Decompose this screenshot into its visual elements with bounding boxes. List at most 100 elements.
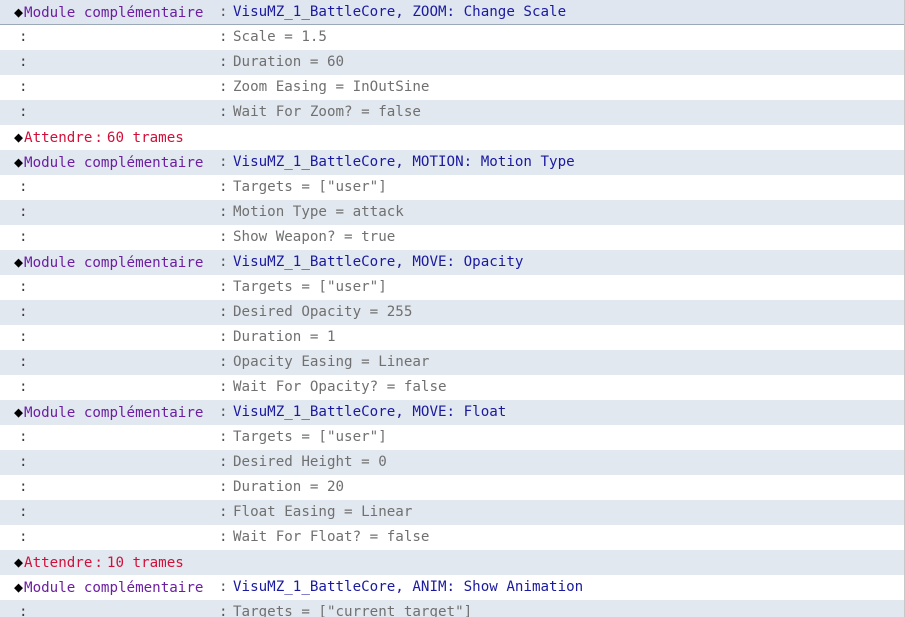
plugin-command-row[interactable]: ◆Module complémentaire: VisuMZ_1_BattleCo… xyxy=(0,400,904,425)
separator-colon: : xyxy=(219,179,228,195)
wait-command-row[interactable]: ◆Attendre:60 trames xyxy=(0,125,904,150)
wait-label: Attendre xyxy=(24,555,93,571)
continuation-colon: : xyxy=(19,104,28,120)
event-command-list[interactable]: ◆Module complémentaire: VisuMZ_1_BattleCo… xyxy=(0,0,905,617)
plugin-param-value: Desired Height = 0 xyxy=(233,454,387,470)
command-param-row[interactable]: :: Duration = 1 xyxy=(0,325,904,350)
diamond-icon: ◆ xyxy=(14,578,24,596)
command-param-row[interactable]: :: Float Easing = Linear xyxy=(0,500,904,525)
separator-colon: : xyxy=(219,579,228,595)
separator-colon: : xyxy=(219,79,228,95)
separator-colon: : xyxy=(219,229,228,245)
command-param-row[interactable]: :: Wait For Zoom? = false xyxy=(0,100,904,125)
plugin-param-value: Targets = ["current target"] xyxy=(233,604,473,617)
plugin-param-value: Scale = 1.5 xyxy=(233,29,327,45)
plugin-command-row[interactable]: ◆Module complémentaire: VisuMZ_1_BattleCo… xyxy=(0,150,904,175)
command-param-row[interactable]: :: Motion Type = attack xyxy=(0,200,904,225)
continuation-colon: : xyxy=(19,529,28,545)
command-param-row[interactable]: :: Wait For Float? = false xyxy=(0,525,904,550)
separator-colon: : xyxy=(219,204,228,220)
separator-colon: : xyxy=(219,154,228,170)
plugin-command-label: Module complémentaire xyxy=(24,155,204,171)
separator-colon: : xyxy=(219,279,228,295)
plugin-command-row[interactable]: ◆Module complémentaire: VisuMZ_1_BattleCo… xyxy=(0,575,904,600)
plugin-param-value: Duration = 1 xyxy=(233,329,336,345)
continuation-colon: : xyxy=(19,604,28,617)
continuation-colon: : xyxy=(19,54,28,70)
plugin-param-value: Desired Opacity = 255 xyxy=(233,304,413,320)
plugin-command-label: Module complémentaire xyxy=(24,5,204,21)
continuation-colon: : xyxy=(19,29,28,45)
plugin-command-name: VisuMZ_1_BattleCore, ANIM: Show Animatio… xyxy=(233,579,584,595)
diamond-icon: ◆ xyxy=(14,153,24,171)
plugin-param-value: Wait For Float? = false xyxy=(233,529,430,545)
continuation-colon: : xyxy=(19,79,28,95)
plugin-command-label: Module complémentaire xyxy=(24,405,204,421)
command-param-row[interactable]: :: Targets = ["user"] xyxy=(0,175,904,200)
separator-colon: : xyxy=(219,504,228,520)
command-param-row[interactable]: :: Duration = 60 xyxy=(0,50,904,75)
continuation-colon: : xyxy=(19,354,28,370)
command-head: ◆Attendre:60 trames xyxy=(14,125,184,151)
continuation-colon: : xyxy=(19,379,28,395)
separator-colon: : xyxy=(219,354,228,370)
separator-colon: : xyxy=(219,529,228,545)
command-param-row[interactable]: :: Targets = ["user"] xyxy=(0,425,904,450)
plugin-command-label: Module complémentaire xyxy=(24,255,204,271)
separator-colon: : xyxy=(219,604,228,617)
command-param-row[interactable]: :: Zoom Easing = InOutSine xyxy=(0,75,904,100)
separator-colon: : xyxy=(219,29,228,45)
command-head: ◆Module complémentaire xyxy=(14,150,203,176)
plugin-command-name: VisuMZ_1_BattleCore, MOVE: Float xyxy=(233,404,507,420)
continuation-colon: : xyxy=(19,479,28,495)
separator-colon: : xyxy=(219,479,228,495)
command-param-row[interactable]: :: Opacity Easing = Linear xyxy=(0,350,904,375)
diamond-icon: ◆ xyxy=(14,3,24,21)
command-head: ◆Module complémentaire xyxy=(14,0,203,26)
continuation-colon: : xyxy=(19,229,28,245)
separator-colon: : xyxy=(219,254,228,270)
command-param-row[interactable]: :: Targets = ["current target"] xyxy=(0,600,904,617)
wait-duration: 10 trames xyxy=(106,555,184,571)
separator-colon: : xyxy=(219,429,228,445)
plugin-param-value: Motion Type = attack xyxy=(233,204,404,220)
wait-label: Attendre xyxy=(24,130,93,146)
wait-command-row[interactable]: ◆Attendre:10 trames xyxy=(0,550,904,575)
command-head: ◆Attendre:10 trames xyxy=(14,550,184,576)
plugin-command-name: VisuMZ_1_BattleCore, MOTION: Motion Type xyxy=(233,154,575,170)
command-param-row[interactable]: :: Desired Opacity = 255 xyxy=(0,300,904,325)
separator-colon: : xyxy=(219,4,228,20)
command-head: ◆Module complémentaire xyxy=(14,250,203,276)
plugin-param-value: Wait For Opacity? = false xyxy=(233,379,447,395)
plugin-param-value: Targets = ["user"] xyxy=(233,179,387,195)
command-param-row[interactable]: :: Wait For Opacity? = false xyxy=(0,375,904,400)
plugin-param-value: Wait For Zoom? = false xyxy=(233,104,421,120)
command-param-row[interactable]: :: Desired Height = 0 xyxy=(0,450,904,475)
continuation-colon: : xyxy=(19,279,28,295)
command-head: ◆Module complémentaire xyxy=(14,400,203,426)
command-param-row[interactable]: :: Scale = 1.5 xyxy=(0,25,904,50)
plugin-param-value: Zoom Easing = InOutSine xyxy=(233,79,430,95)
plugin-command-name: VisuMZ_1_BattleCore, MOVE: Opacity xyxy=(233,254,524,270)
plugin-param-value: Duration = 60 xyxy=(233,54,345,70)
diamond-icon: ◆ xyxy=(14,128,24,146)
plugin-param-value: Targets = ["user"] xyxy=(233,429,387,445)
plugin-param-value: Float Easing = Linear xyxy=(233,504,413,520)
command-param-row[interactable]: :: Show Weapon? = true xyxy=(0,225,904,250)
command-param-row[interactable]: :: Duration = 20 xyxy=(0,475,904,500)
continuation-colon: : xyxy=(19,429,28,445)
command-param-row[interactable]: :: Targets = ["user"] xyxy=(0,275,904,300)
plugin-command-row[interactable]: ◆Module complémentaire: VisuMZ_1_BattleCo… xyxy=(0,250,904,275)
separator-colon: : xyxy=(94,130,103,146)
plugin-command-label: Module complémentaire xyxy=(24,580,204,596)
separator-colon: : xyxy=(219,379,228,395)
separator-colon: : xyxy=(219,404,228,420)
plugin-command-row[interactable]: ◆Module complémentaire: VisuMZ_1_BattleCo… xyxy=(0,0,904,25)
plugin-param-value: Duration = 20 xyxy=(233,479,345,495)
separator-colon: : xyxy=(94,555,103,571)
separator-colon: : xyxy=(219,104,228,120)
continuation-colon: : xyxy=(19,304,28,320)
continuation-colon: : xyxy=(19,179,28,195)
plugin-command-name: VisuMZ_1_BattleCore, ZOOM: Change Scale xyxy=(233,4,567,20)
diamond-icon: ◆ xyxy=(14,403,24,421)
